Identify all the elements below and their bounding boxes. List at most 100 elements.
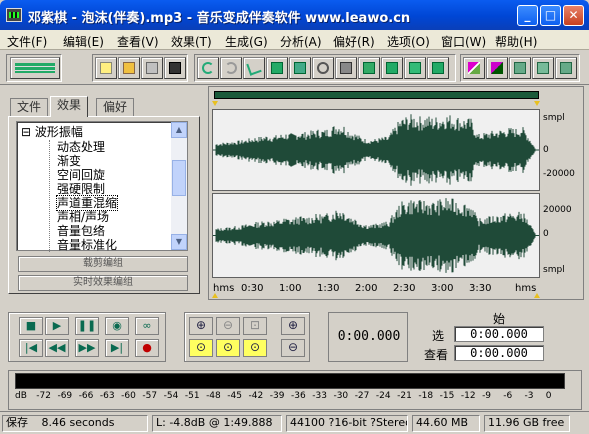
insert-icon[interactable] — [381, 57, 403, 79]
scroll-thumb[interactable] — [172, 160, 186, 196]
spectral-icon[interactable] — [463, 57, 485, 79]
start-marker-bottom-icon[interactable] — [212, 293, 218, 298]
tree-item-limiter[interactable]: 强硬限制 — [57, 182, 105, 196]
menu-file[interactable]: 文件(F) — [7, 33, 47, 50]
meter-scale-label: -30 — [333, 391, 349, 401]
tab-favorites[interactable]: 偏好 — [96, 98, 135, 116]
meter-scale-label: -27 — [354, 391, 370, 401]
tree-item-spatial[interactable]: 空间回旋 — [57, 168, 105, 182]
rewind-icon: ◀◀ — [48, 341, 66, 354]
layout-icon[interactable] — [555, 57, 577, 79]
redo-icon[interactable] — [220, 57, 242, 79]
maximize-button[interactable]: □ — [540, 5, 561, 26]
envelope-icon[interactable] — [427, 57, 449, 79]
cut-icon[interactable] — [312, 57, 334, 79]
left-channel[interactable] — [212, 109, 540, 191]
menu-window[interactable]: 窗口(W) — [441, 33, 486, 50]
tab-effects[interactable]: 效果 — [50, 96, 89, 117]
meter-scale-label: -42 — [248, 391, 264, 401]
status-bar: 保存 8.46 seconds L: -4.8dB @ 1:49.888 441… — [0, 411, 589, 434]
scroll-down-icon[interactable]: ▼ — [171, 234, 187, 250]
scroll-up-icon[interactable]: ▲ — [171, 122, 187, 138]
edit-group-button[interactable]: 载剪编组 — [18, 256, 188, 272]
start-marker-icon[interactable] — [212, 101, 218, 106]
tree-item-normalize[interactable]: 音量标准化 — [57, 238, 117, 252]
ruler-tick: 2:00 — [355, 283, 378, 294]
selection-begin-field[interactable]: 0:00.000 — [454, 326, 544, 342]
trim-icon[interactable] — [335, 57, 357, 79]
zoom-left-button[interactable]: ⊙ — [189, 339, 213, 357]
fast-forward-button[interactable]: ▶▶ — [75, 339, 99, 357]
rewind-button[interactable]: ◀◀ — [45, 339, 69, 357]
open-file-icon[interactable] — [118, 57, 140, 79]
tree-item-channel-mixer[interactable]: 声道重混缩 — [55, 195, 119, 211]
zoom-in-button[interactable]: ⊕ — [189, 317, 213, 335]
new-file-icon[interactable] — [95, 57, 117, 79]
tree-item-pan[interactable]: 声相/声场 — [57, 210, 109, 224]
play-icon: ▶ — [52, 319, 62, 332]
loop-button[interactable]: ∞ — [135, 317, 159, 335]
overview-bar[interactable] — [214, 91, 539, 99]
effect-icon[interactable] — [404, 57, 426, 79]
undo-icon[interactable] — [197, 57, 219, 79]
zoom-in-vertical-button[interactable]: ⊕ — [281, 317, 305, 335]
tab-files[interactable]: 文件 — [10, 98, 49, 116]
time-ruler[interactable]: hms 0:30 1:00 1:30 2:00 2:30 3:00 3:30 h… — [212, 282, 540, 296]
view-begin-field[interactable]: 0:00.000 — [454, 345, 544, 361]
frequency-icon[interactable] — [486, 57, 508, 79]
stop-button[interactable]: ■ — [19, 317, 43, 335]
tree-node-waveform[interactable]: ⊟ 波形振幅 — [21, 125, 83, 139]
zoom-out-button[interactable]: ⊖ — [216, 317, 240, 335]
save-icon[interactable] — [141, 57, 163, 79]
go-end-button[interactable]: ▶| — [105, 339, 129, 357]
meter-scale-label: -12 — [460, 391, 476, 401]
menu-view[interactable]: 查看(V) — [117, 33, 159, 50]
effects-tree[interactable]: ⊟ 波形振幅 动态处理 渐变 空间回旋 强硬限制 声道重混缩 声相/声场 音量包… — [16, 121, 188, 252]
meter-scale-label: -60 — [121, 391, 136, 401]
app-icon[interactable] — [6, 8, 22, 22]
play-button[interactable]: ▶ — [45, 317, 69, 335]
mix-paste-icon[interactable] — [358, 57, 380, 79]
zoom-selection-button[interactable]: ⊙ — [216, 339, 240, 357]
status-level: L: -4.8dB @ 1:49.888 — [152, 415, 282, 432]
cut-tool-icon[interactable] — [243, 57, 265, 79]
menu-generate[interactable]: 生成(G) — [225, 33, 268, 50]
menu-analyze[interactable]: 分析(A) — [280, 33, 322, 50]
menu-edit[interactable]: 编辑(E) — [63, 33, 104, 50]
zoom-full-button[interactable]: ⊡ — [243, 317, 267, 335]
paste-icon[interactable] — [289, 57, 311, 79]
tree-item-dynamics[interactable]: 动态处理 — [57, 140, 105, 154]
end-marker-icon[interactable] — [534, 101, 540, 106]
minimize-button[interactable]: _ — [517, 5, 538, 26]
right-channel[interactable] — [212, 193, 540, 278]
meter-scale-label: -51 — [184, 391, 200, 401]
multitrack-view-icon[interactable] — [10, 57, 60, 79]
analysis-icon[interactable] — [509, 57, 531, 79]
end-marker-bottom-icon[interactable] — [534, 293, 540, 298]
waveform-editor[interactable]: smpl 0 -20000 20000 0 smpl hms 0:30 1:00… — [208, 86, 584, 300]
tree-item-envelope[interactable]: 音量包络 — [57, 224, 105, 238]
axis-zero-label: 0 — [543, 145, 549, 155]
menu-preferences[interactable]: 偏好(R) — [333, 33, 375, 50]
play-to-end-button[interactable]: ◉ — [105, 317, 129, 335]
grid-icon[interactable] — [532, 57, 554, 79]
copy-icon[interactable] — [266, 57, 288, 79]
close-button[interactable]: ✕ — [563, 5, 584, 26]
zoom-full-icon: ⊡ — [249, 318, 261, 332]
tree-scrollbar[interactable]: ▲ ▼ — [171, 122, 187, 250]
zoom-out-vertical-button[interactable]: ⊖ — [281, 339, 305, 357]
tree-item-fade[interactable]: 渐变 — [57, 154, 81, 168]
realtime-effects-button[interactable]: 实时效果编组 — [18, 275, 188, 291]
go-start-button[interactable]: |◀ — [19, 339, 43, 357]
pause-button[interactable]: ❚❚ — [75, 317, 99, 335]
zoom-out-icon: ⊖ — [222, 318, 234, 332]
go-start-icon: |◀ — [24, 341, 38, 354]
save-as-icon[interactable] — [164, 57, 186, 79]
menu-effects[interactable]: 效果(T) — [171, 33, 212, 50]
zoom-right-button[interactable]: ⊙ — [243, 339, 267, 357]
level-meter-bar — [15, 373, 565, 389]
record-button[interactable]: ● — [135, 339, 159, 357]
right-channel-waveform — [213, 198, 539, 273]
menu-options[interactable]: 选项(O) — [387, 33, 430, 50]
menu-help[interactable]: 帮助(H) — [495, 33, 537, 50]
